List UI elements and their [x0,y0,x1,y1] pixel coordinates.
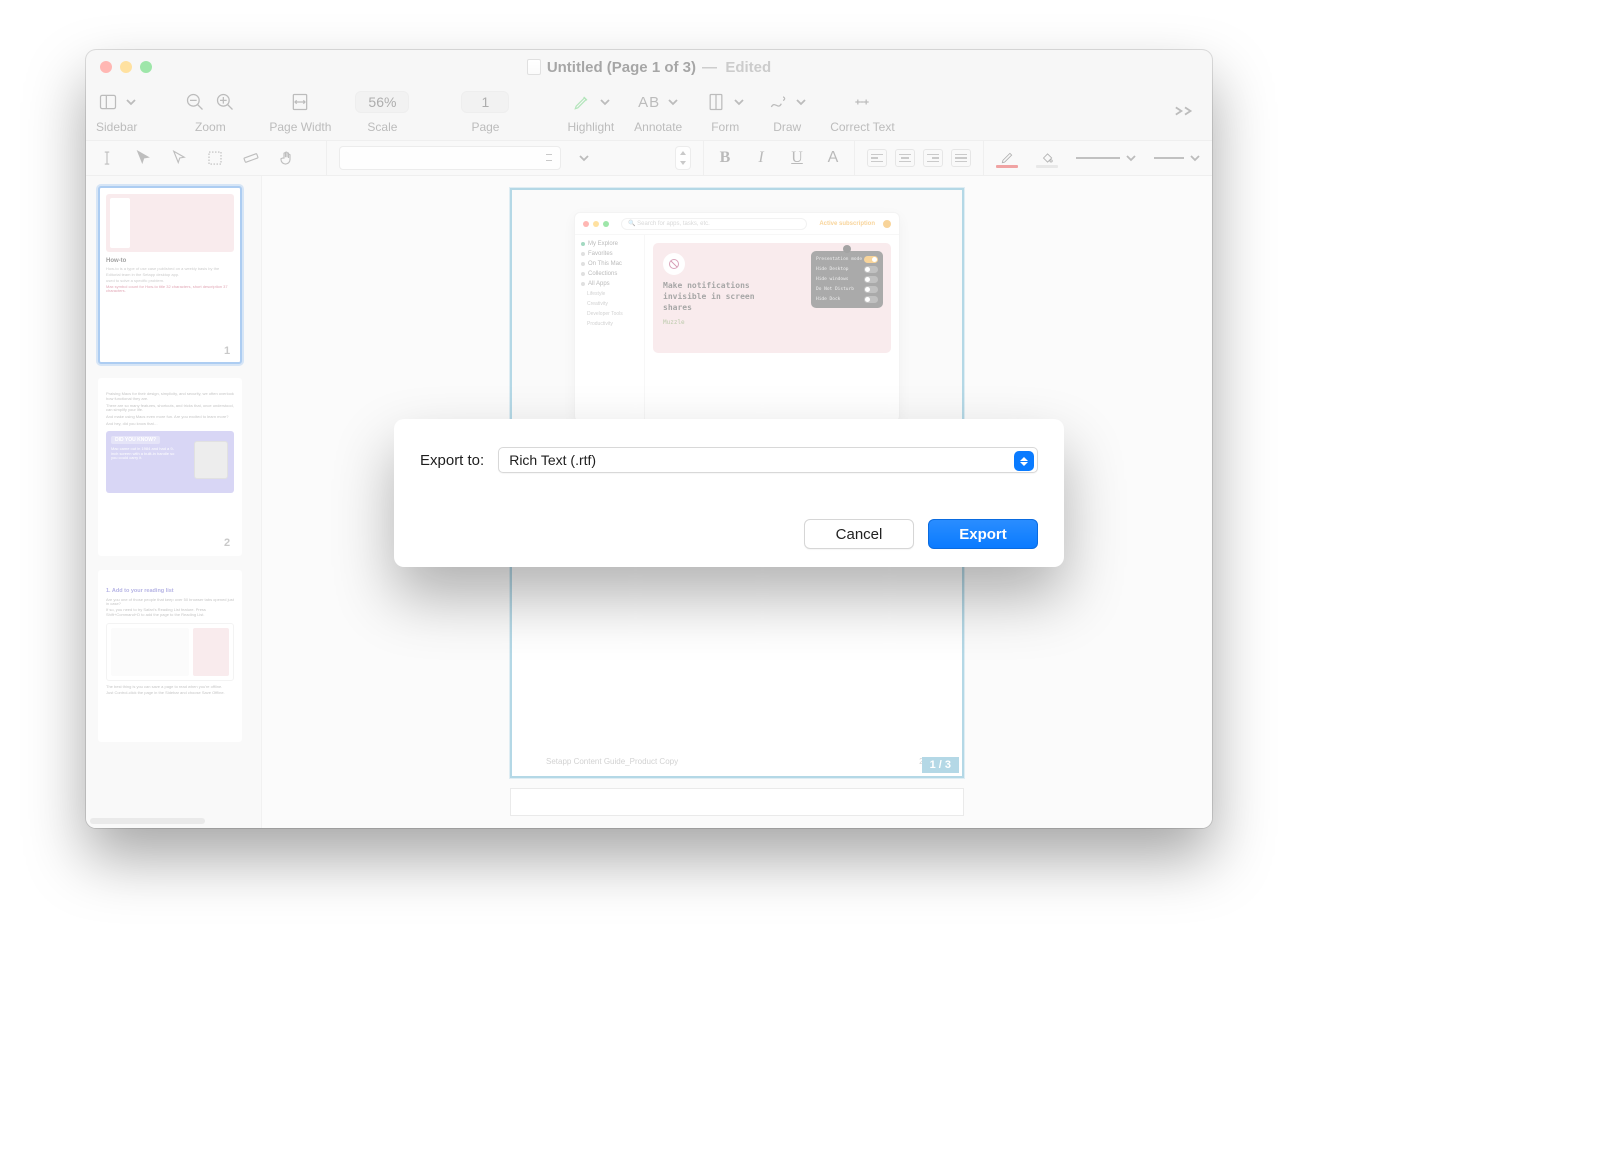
correct-text-tool[interactable]: Correct Text [830,84,894,134]
scale-field[interactable]: 56% Scale [355,84,409,134]
subscription-badge: Active subscription [819,221,875,227]
zoom-out-icon[interactable] [185,92,205,112]
sidebar-icon [98,92,118,112]
cancel-button[interactable]: Cancel [804,519,914,549]
main-toolbar: Sidebar Zoom Page Width 56% Scale [86,84,1212,140]
chevron-double-right-icon [1174,105,1196,117]
export-to-label: Export to: [420,452,484,469]
page-width-icon [290,92,310,112]
highlighter-icon [572,92,592,112]
chevron-down-icon [796,97,806,107]
bold-button[interactable]: B [716,149,734,167]
bucket-icon [1039,151,1055,165]
font-size-stepper[interactable] [675,146,691,170]
pencil-icon [999,151,1015,165]
align-center-button[interactable] [895,149,915,167]
page-width[interactable]: Page Width [269,84,331,134]
chevron-down-icon [600,97,610,107]
fill-color-button[interactable] [1036,148,1058,168]
underline-button[interactable]: U [788,149,806,167]
page-value[interactable]: 1 [461,91,509,113]
pointer-outline-icon[interactable] [170,149,188,167]
app-window: Untitled (Page 1 of 3) — Edited Sidebar … [86,50,1212,828]
ruler-icon[interactable] [242,149,260,167]
annotate-icon: AB [638,94,660,111]
text-style-group: B I U A [704,141,854,175]
chevron-down-icon[interactable] [579,153,589,163]
thumbnail-page-3[interactable]: 1. Add to your reading list Are you one … [98,570,242,742]
window-title: Untitled (Page 1 of 3) — Edited [100,59,1198,76]
app-search: 🔍 Search for apps, tasks, etc. [621,218,807,230]
align-justify-button[interactable] [951,149,971,167]
chevron-down-icon [1190,153,1200,163]
hero-illustration: 🔍 Search for apps, tasks, etc. Active su… [512,190,962,422]
toolbar-overflow[interactable] [1174,105,1202,120]
traffic-lights [100,61,152,73]
page-2-peek[interactable] [510,788,964,816]
page-footer: Setapp Content Guide_Product Copy 22 [546,757,928,766]
chevron-down-icon [1126,153,1136,163]
pointer-icon[interactable] [134,149,152,167]
form-tool[interactable]: Form [706,84,744,134]
sidebar-toggle[interactable]: Sidebar [96,84,137,134]
format-toolbar: B I U A [86,140,1212,176]
chevron-down-icon [734,97,744,107]
draw-style-group [984,141,1212,175]
thumbnail-page-2[interactable]: Praising Macs for their design, simplici… [98,378,242,556]
select-caret-icon [1014,451,1034,471]
export-button[interactable]: Export [928,519,1038,549]
titlebar: Untitled (Page 1 of 3) — Edited [86,50,1212,84]
edited-indicator: — Edited [702,59,771,76]
alignment-group [855,141,983,175]
line-style-button[interactable] [1154,153,1200,163]
chevron-down-icon [668,97,678,107]
page-indicator: 1 / 3 [922,757,959,773]
thumbnail-page-1[interactable]: How-to How-to is a type of use case publ… [98,186,242,364]
annotate-tool[interactable]: AB Annotate [634,84,682,134]
fullscreen-icon[interactable] [140,61,152,73]
font-color-button[interactable]: A [824,149,842,167]
thumbnail-scrollbar[interactable] [90,818,237,826]
font-select[interactable] [339,146,561,170]
thumbnail-sidebar: How-to How-to is a type of use case publ… [86,176,262,828]
page-field[interactable]: 1 Page [461,84,509,134]
hand-icon[interactable] [278,149,296,167]
scale-value[interactable]: 56% [355,91,409,113]
export-dialog: Export to: Rich Text (.rtf) Cancel Expor… [394,419,1064,567]
chevron-down-icon [126,97,136,107]
italic-button[interactable]: I [752,149,770,167]
correct-text-icon [852,92,872,112]
align-right-button[interactable] [923,149,943,167]
zoom-controls: Zoom [185,84,235,134]
draw-tool[interactable]: Draw [768,84,806,134]
draw-icon [768,92,788,112]
minimize-icon[interactable] [120,61,132,73]
select-rect-icon[interactable] [206,149,224,167]
mute-icon [663,253,685,275]
highlight-tool[interactable]: Highlight [567,84,614,134]
close-icon[interactable] [100,61,112,73]
export-format-value: Rich Text (.rtf) [509,452,596,468]
align-left-button[interactable] [867,149,887,167]
zoom-in-icon[interactable] [215,92,235,112]
export-format-select[interactable]: Rich Text (.rtf) [498,447,1038,473]
document-icon [527,59,541,75]
doc-title: Untitled (Page 1 of 3) [547,59,696,76]
text-cursor-icon[interactable] [98,149,116,167]
form-icon [706,92,726,112]
stroke-color-button[interactable] [996,148,1018,168]
line-weight-button[interactable] [1076,153,1136,163]
